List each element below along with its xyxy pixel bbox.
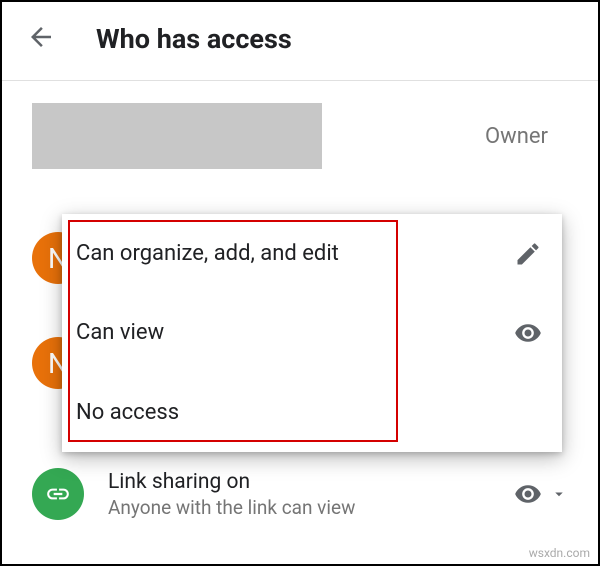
permission-option-view[interactable]: Can view: [62, 293, 562, 372]
dropdown-caret-icon: [550, 485, 568, 503]
header: Who has access: [2, 2, 598, 81]
owner-redacted-block: [32, 103, 322, 169]
link-sharing-title: Link sharing on: [108, 470, 514, 494]
permission-option-label: Can organize, add, and edit: [76, 241, 514, 266]
permission-option-label: Can view: [76, 320, 514, 345]
link-sharing-subtitle: Anyone with the link can view: [108, 496, 514, 519]
back-arrow-icon[interactable]: [26, 22, 56, 56]
permission-option-none[interactable]: No access: [62, 373, 562, 452]
link-icon: [32, 468, 84, 520]
permission-option-edit[interactable]: Can organize, add, and edit: [62, 214, 562, 293]
eye-icon: [514, 480, 542, 508]
watermark: wsxdn.com: [529, 546, 590, 560]
permission-option-label: No access: [76, 400, 514, 425]
pencil-icon: [514, 240, 542, 268]
link-sharing-row[interactable]: Link sharing on Anyone with the link can…: [32, 468, 568, 520]
link-sharing-permission-dropdown[interactable]: [514, 480, 568, 508]
owner-role-label: Owner: [485, 124, 568, 149]
eye-icon: [514, 319, 542, 347]
link-sharing-text: Link sharing on Anyone with the link can…: [108, 470, 514, 519]
page-title: Who has access: [96, 23, 292, 55]
owner-row: Owner: [2, 81, 598, 191]
permission-popup: Can organize, add, and edit Can view No …: [62, 214, 562, 452]
